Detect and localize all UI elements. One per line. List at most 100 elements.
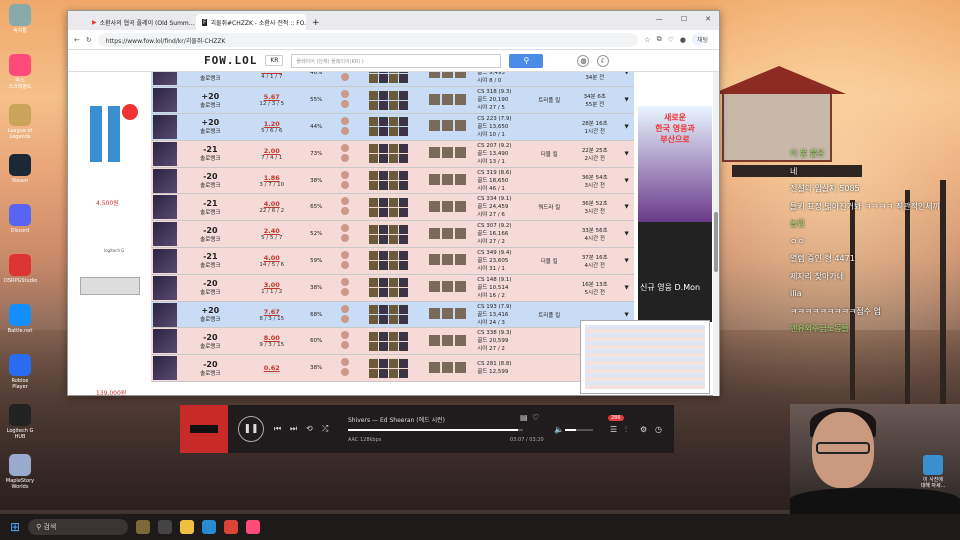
- desktop-shortcut[interactable]: Discord: [4, 204, 36, 234]
- new-tab-icon[interactable]: +: [306, 18, 326, 30]
- table-row[interactable]: -21 솔로랭크 4.00 14 / 5 / 6 59% CS 349 (9.4) 골드 2…: [151, 247, 634, 275]
- close-window-icon[interactable]: ✕: [705, 15, 711, 23]
- rune-icon: [340, 341, 349, 350]
- collections-icon[interactable]: ♡: [668, 36, 674, 44]
- tab-youtube[interactable]: ▶소환사의 협곡 플레이 (Old Summ...✕: [86, 14, 196, 30]
- volume-slider[interactable]: [565, 429, 593, 431]
- pause-button[interactable]: ❚❚: [238, 416, 264, 442]
- widgets-icon[interactable]: [136, 520, 151, 534]
- expand-button[interactable]: ▼: [619, 274, 634, 302]
- app-icon: [9, 204, 31, 226]
- time-cell: 36분 52초34분 전: [570, 72, 620, 88]
- kda-ratio[interactable]: 2.40: [264, 227, 280, 235]
- scrollbar[interactable]: [713, 72, 719, 396]
- visual-search-icon[interactable]: 이 사진에 대해 자세...: [918, 455, 948, 489]
- table-row[interactable]: +20 솔로랭크 5.67 12 / 3 / 5 55% CS 318 (9.3) 골드 2…: [151, 86, 634, 115]
- maximize-icon[interactable]: ☐: [681, 15, 687, 23]
- expand-button[interactable]: ▼: [619, 247, 634, 275]
- playlist-icon[interactable]: ☰: [610, 425, 617, 434]
- language-icon[interactable]: ◍: [577, 54, 590, 67]
- kda-ratio[interactable]: 7.67: [264, 308, 280, 316]
- table-row[interactable]: +20솔로랭크11.004 / 1 / 746% CS 155 (6.8)골드 9…: [151, 72, 634, 88]
- table-row[interactable]: +20 솔로랭크 7.67 8 / 3 / 15 68% CS 193 (7.9) 골드 1…: [151, 301, 634, 329]
- kda-ratio[interactable]: 4.00: [264, 254, 280, 262]
- app-icon[interactable]: [246, 520, 261, 534]
- desktop-shortcut[interactable]: DSRPGStudio: [4, 254, 37, 284]
- items-cell: [358, 86, 418, 115]
- file-explorer-icon[interactable]: [180, 520, 195, 534]
- tab-fow[interactable]: F괴물쥐#CHZZK - 소환사 전적 :: FO...✕: [196, 14, 306, 30]
- minimize-icon[interactable]: —: [656, 15, 663, 23]
- expand-button[interactable]: ▼: [619, 220, 634, 249]
- table-row[interactable]: -20 솔로랭크 2.40 5 / 5 / 7 52% CS 307 (9.2) 골드 16…: [151, 220, 634, 249]
- kda-ratio[interactable]: 1.86: [264, 174, 280, 182]
- expand-button[interactable]: ▼: [619, 167, 634, 195]
- site-logo[interactable]: FOW.LOL: [204, 54, 257, 67]
- kda-ratio[interactable]: 8.00: [264, 334, 280, 342]
- progress-slider[interactable]: [348, 429, 523, 431]
- player-search-input[interactable]: 플레이어 (단체) 플레이어(KR) ): [291, 53, 502, 68]
- back-icon[interactable]: ←: [74, 36, 80, 44]
- region-select[interactable]: KR: [265, 55, 284, 66]
- avatar[interactable]: ●: [680, 36, 686, 44]
- expand-button[interactable]: ▼: [619, 86, 634, 115]
- shuffle-icon[interactable]: ⤮: [322, 424, 328, 434]
- kda-ratio[interactable]: 5.67: [264, 93, 280, 101]
- desktop-shortcut[interactable]: Roblox Player: [4, 354, 36, 390]
- refresh-icon[interactable]: ↻: [86, 36, 92, 44]
- desktop-shortcut[interactable]: League of Legends: [4, 104, 36, 140]
- table-row[interactable]: -20솔로랭크0.6238%CS 281 (8.8)골드 12,599▼: [151, 354, 634, 383]
- kda-cell: 1.20 5 / 6 / 6: [242, 113, 302, 141]
- search-button[interactable]: ⚲: [509, 53, 544, 68]
- extensions-icon[interactable]: ⧉: [657, 35, 662, 44]
- kda-ratio[interactable]: 0.62: [264, 364, 280, 372]
- desktop-shortcut[interactable]: 휴지통: [4, 4, 36, 34]
- equalizer-icon[interactable]: ⫶: [625, 425, 627, 435]
- team-cell: [417, 113, 478, 141]
- kda-cell: 7.67 8 / 3 / 15: [242, 301, 302, 329]
- like-icon[interactable]: ♡: [532, 413, 539, 422]
- picture-in-picture-window[interactable]: [580, 320, 710, 394]
- table-row[interactable]: -20 솔로랭크 3.00 1 / 1 / 2 38% CS 148 (9.1) 골드 10…: [151, 274, 634, 302]
- desktop-shortcut[interactable]: MapleStory Worlds: [4, 454, 36, 490]
- expand-button[interactable]: ▼: [619, 140, 634, 168]
- kda-ratio[interactable]: 2.00: [264, 147, 280, 155]
- table-row[interactable]: +20 솔로랭크 1.20 5 / 6 / 6 44% CS 223 (7.9) 골드 13…: [151, 113, 634, 141]
- team-cell: [417, 140, 478, 168]
- copilot-button[interactable]: 채팅: [691, 33, 713, 46]
- volume-icon[interactable]: 🔈: [554, 425, 564, 434]
- favorite-icon[interactable]: ☆: [644, 36, 650, 44]
- windows-start-icon[interactable]: ⊞: [10, 520, 20, 534]
- stats-cell: CS 223 (7.9) 골드 13,650 시야 10 / 1: [477, 113, 529, 141]
- left-ad-banner[interactable]: 4,500원 logitech G 139,000원: [68, 72, 148, 396]
- timer-icon[interactable]: ◷: [655, 425, 662, 434]
- table-row[interactable]: -20 솔로랭크 8.00 9 / 3 / 15 60% CS 338 (9.3) 골드 2…: [151, 327, 634, 356]
- url-input[interactable]: https://www.fow.lol/find/kr/괴물쥐-CHZZK: [97, 32, 639, 47]
- kda-ratio[interactable]: 4.00: [264, 200, 280, 208]
- desktop-shortcut[interactable]: 박스 스크래핑드: [4, 54, 36, 90]
- expand-button[interactable]: ▼: [619, 72, 634, 88]
- expand-button[interactable]: ▼: [619, 193, 634, 222]
- kda-ratio[interactable]: 3.00: [264, 281, 280, 289]
- task-view-icon[interactable]: [158, 520, 173, 534]
- previous-icon[interactable]: ⏮: [274, 424, 281, 434]
- stats-cell: CS 319 (8.6) 골드 18,650 시야 46 / 1: [477, 167, 529, 195]
- lyrics-icon[interactable]: ▤: [520, 413, 528, 422]
- next-icon[interactable]: ⏭: [290, 424, 297, 434]
- desktop-shortcut[interactable]: Battle.net: [4, 304, 36, 334]
- taskbar-search-input[interactable]: ⚲ 검색: [28, 519, 129, 535]
- kda-ratio[interactable]: 1.20: [264, 120, 280, 128]
- chrome-icon[interactable]: [224, 520, 239, 534]
- desktop-shortcut[interactable]: Logitech G HUB: [4, 404, 36, 440]
- settings-icon[interactable]: ⚙: [640, 425, 647, 434]
- table-row[interactable]: -21 솔로랭크 4.00 22 / 6 / 2 65% CS 334 (9.1) 골드 2…: [151, 193, 634, 222]
- team-cell: [417, 220, 478, 249]
- desktop-shortcut[interactable]: Steam: [4, 154, 36, 184]
- dark-mode-icon[interactable]: ☾: [597, 54, 610, 67]
- game-duration: 36분 54초: [581, 174, 608, 181]
- table-row[interactable]: -21 솔로랭크 2.00 7 / 4 / 1 73% CS 207 (9.2) 골드 13…: [151, 140, 634, 168]
- expand-button[interactable]: ▼: [619, 113, 634, 141]
- edge-icon[interactable]: [202, 520, 217, 534]
- table-row[interactable]: -20 솔로랭크 1.86 3 / 7 / 10 38% CS 319 (8.6) 골드 1…: [151, 167, 634, 195]
- repeat-icon[interactable]: ⟲: [306, 424, 313, 433]
